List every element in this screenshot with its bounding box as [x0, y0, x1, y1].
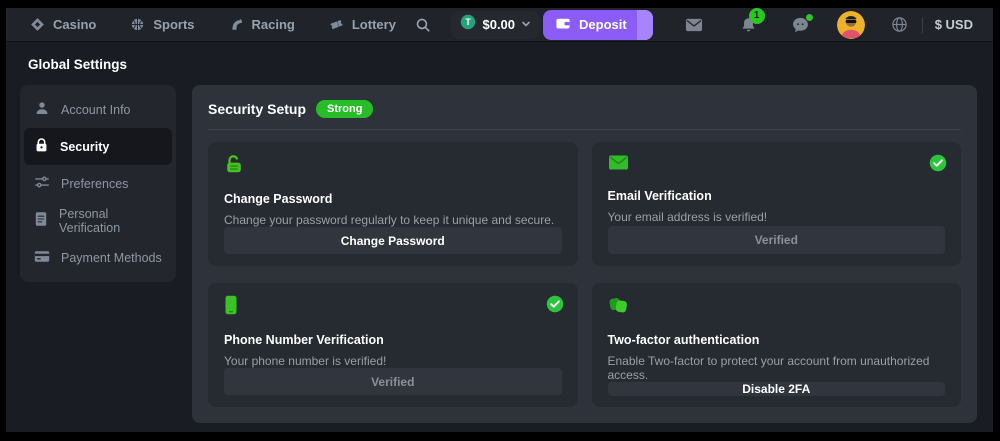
check-circle-icon [929, 154, 947, 177]
envelope-icon [608, 154, 946, 176]
unread-message-dot [806, 14, 813, 21]
card-description: Your phone number is verified! [224, 354, 562, 368]
mail-icon[interactable] [685, 18, 703, 32]
globe-icon[interactable] [891, 16, 908, 33]
panel-header: Security Setup Strong [192, 85, 977, 129]
change-password-card: Change Password Change your password reg… [208, 142, 578, 266]
security-cards-grid: Change Password Change your password reg… [192, 130, 977, 423]
navbar-divider [922, 17, 923, 33]
sidebar-item-account-info[interactable]: Account Info [24, 91, 172, 128]
screenshot-frame: Casino Sports Racing Lottery T $0.00 [0, 0, 1000, 441]
navbar-right: T $0.00 Deposit 1 $ USD [415, 10, 973, 40]
disable-2fa-button[interactable]: Disable 2FA [608, 382, 946, 396]
chat-icon[interactable] [792, 17, 809, 33]
lottery-icon [329, 17, 344, 32]
phone-verified-button[interactable]: Verified [224, 368, 562, 395]
security-setup-panel: Security Setup Strong Change Password Ch… [192, 85, 977, 423]
card-description: Change your password regularly to keep i… [224, 213, 562, 227]
user-icon [34, 100, 50, 119]
sidebar-item-label: Preferences [61, 177, 128, 191]
credit-card-icon [34, 250, 50, 266]
sports-icon [130, 17, 145, 32]
nav-item-sports[interactable]: Sports [130, 17, 194, 32]
nav-item-label: Casino [53, 17, 96, 32]
card-title: Email Verification [608, 189, 946, 203]
nav-item-racing[interactable]: Racing [229, 17, 295, 32]
racing-icon [229, 17, 244, 32]
sidebar-item-label: Personal Verification [59, 207, 162, 235]
panel-title: Security Setup [208, 101, 306, 117]
nav-item-lottery[interactable]: Lottery [329, 17, 396, 32]
two-factor-shield-icon [608, 295, 946, 320]
search-icon[interactable] [415, 17, 431, 33]
tether-icon: T [460, 14, 476, 35]
wallet-icon [555, 16, 571, 33]
nav-item-label: Lottery [352, 17, 396, 32]
notification-count-badge: 1 [749, 8, 765, 24]
deposit-quick-segment[interactable] [637, 10, 653, 40]
nav-item-label: Racing [252, 17, 295, 32]
card-description: Your email address is verified! [608, 210, 946, 224]
sidebar-item-preferences[interactable]: Preferences [24, 165, 172, 202]
card-title: Two-factor authentication [608, 333, 946, 347]
two-factor-card: Two-factor authentication Enable Two-fac… [592, 283, 962, 407]
email-verified-button[interactable]: Verified [608, 226, 946, 254]
padlock-open-icon [224, 154, 562, 179]
primary-nav: Casino Sports Racing Lottery [30, 17, 396, 32]
document-icon [34, 211, 48, 230]
nav-item-label: Sports [153, 17, 194, 32]
svg-text:T: T [466, 17, 472, 27]
security-strength-badge: Strong [316, 100, 373, 118]
email-verification-card: Email Verification Your email address is… [592, 142, 962, 266]
sidebar-item-personal-verification[interactable]: Personal Verification [24, 202, 172, 239]
lock-icon [34, 137, 49, 156]
change-password-button[interactable]: Change Password [224, 227, 562, 254]
card-description: Enable Two-factor to protect your accoun… [608, 354, 946, 382]
sidebar-item-label: Payment Methods [61, 251, 162, 265]
nav-item-casino[interactable]: Casino [30, 17, 96, 32]
settings-layout: Account Info Security Preferences Person… [6, 85, 993, 423]
card-title: Change Password [224, 192, 562, 206]
balance-amount: $0.00 [482, 17, 515, 32]
settings-sidebar: Account Info Security Preferences Person… [20, 85, 176, 282]
sidebar-item-security[interactable]: Security [24, 128, 172, 165]
page-title: Global Settings [28, 57, 993, 72]
sliders-icon [34, 175, 50, 192]
sidebar-item-payment-methods[interactable]: Payment Methods [24, 239, 172, 276]
currency-selector[interactable]: $ USD [935, 17, 973, 32]
top-navbar: Casino Sports Racing Lottery T $0.00 [6, 8, 993, 42]
check-circle-icon [546, 295, 564, 318]
avatar[interactable] [837, 11, 865, 39]
card-title: Phone Number Verification [224, 333, 562, 347]
sidebar-item-label: Account Info [61, 103, 131, 117]
sidebar-item-label: Security [60, 140, 109, 154]
deposit-label: Deposit [579, 17, 627, 32]
deposit-button[interactable]: Deposit [543, 10, 653, 40]
phone-icon [224, 295, 562, 320]
wallet-balance[interactable]: T $0.00 [451, 11, 540, 39]
casino-icon [30, 17, 45, 32]
phone-verification-card: Phone Number Verification Your phone num… [208, 283, 578, 407]
chevron-down-icon [521, 16, 531, 34]
app-window: Casino Sports Racing Lottery T $0.00 [6, 8, 993, 432]
bell-icon[interactable]: 1 [741, 17, 756, 33]
